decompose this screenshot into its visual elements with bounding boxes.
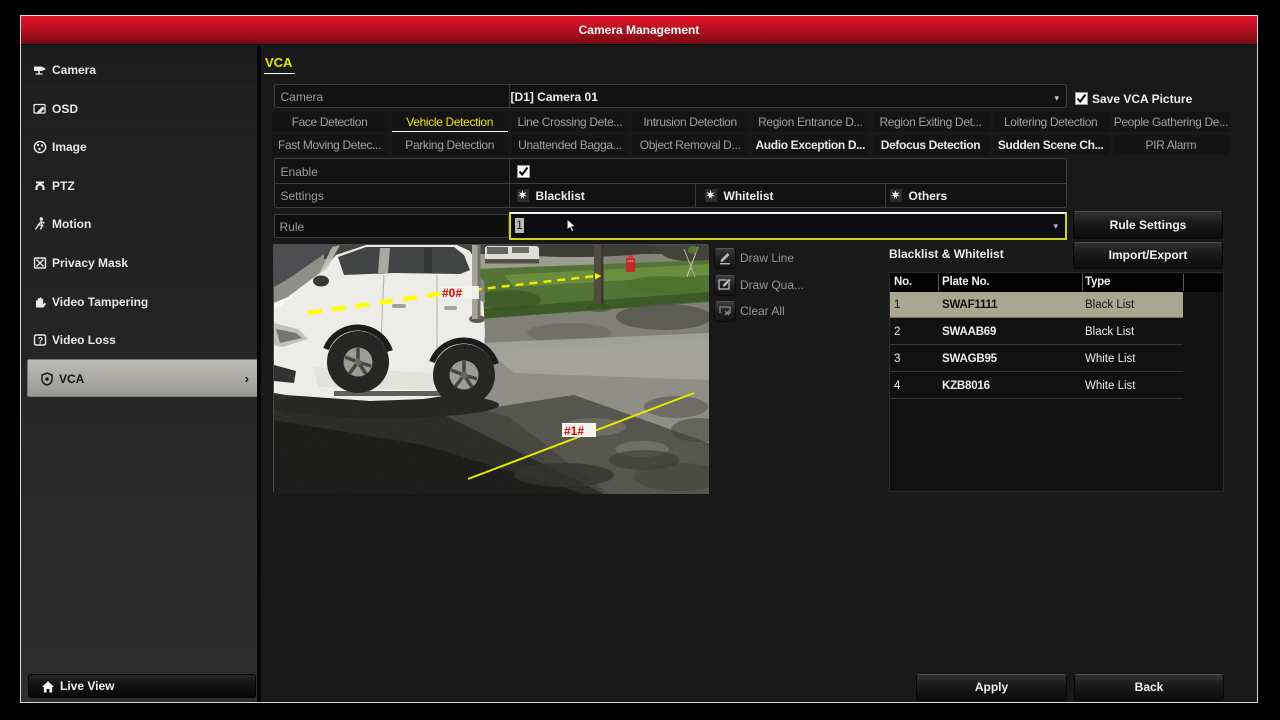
svg-text:#0#: #0# xyxy=(442,286,462,300)
svg-text:?: ? xyxy=(38,336,44,346)
svg-text:#1#: #1# xyxy=(564,424,584,438)
